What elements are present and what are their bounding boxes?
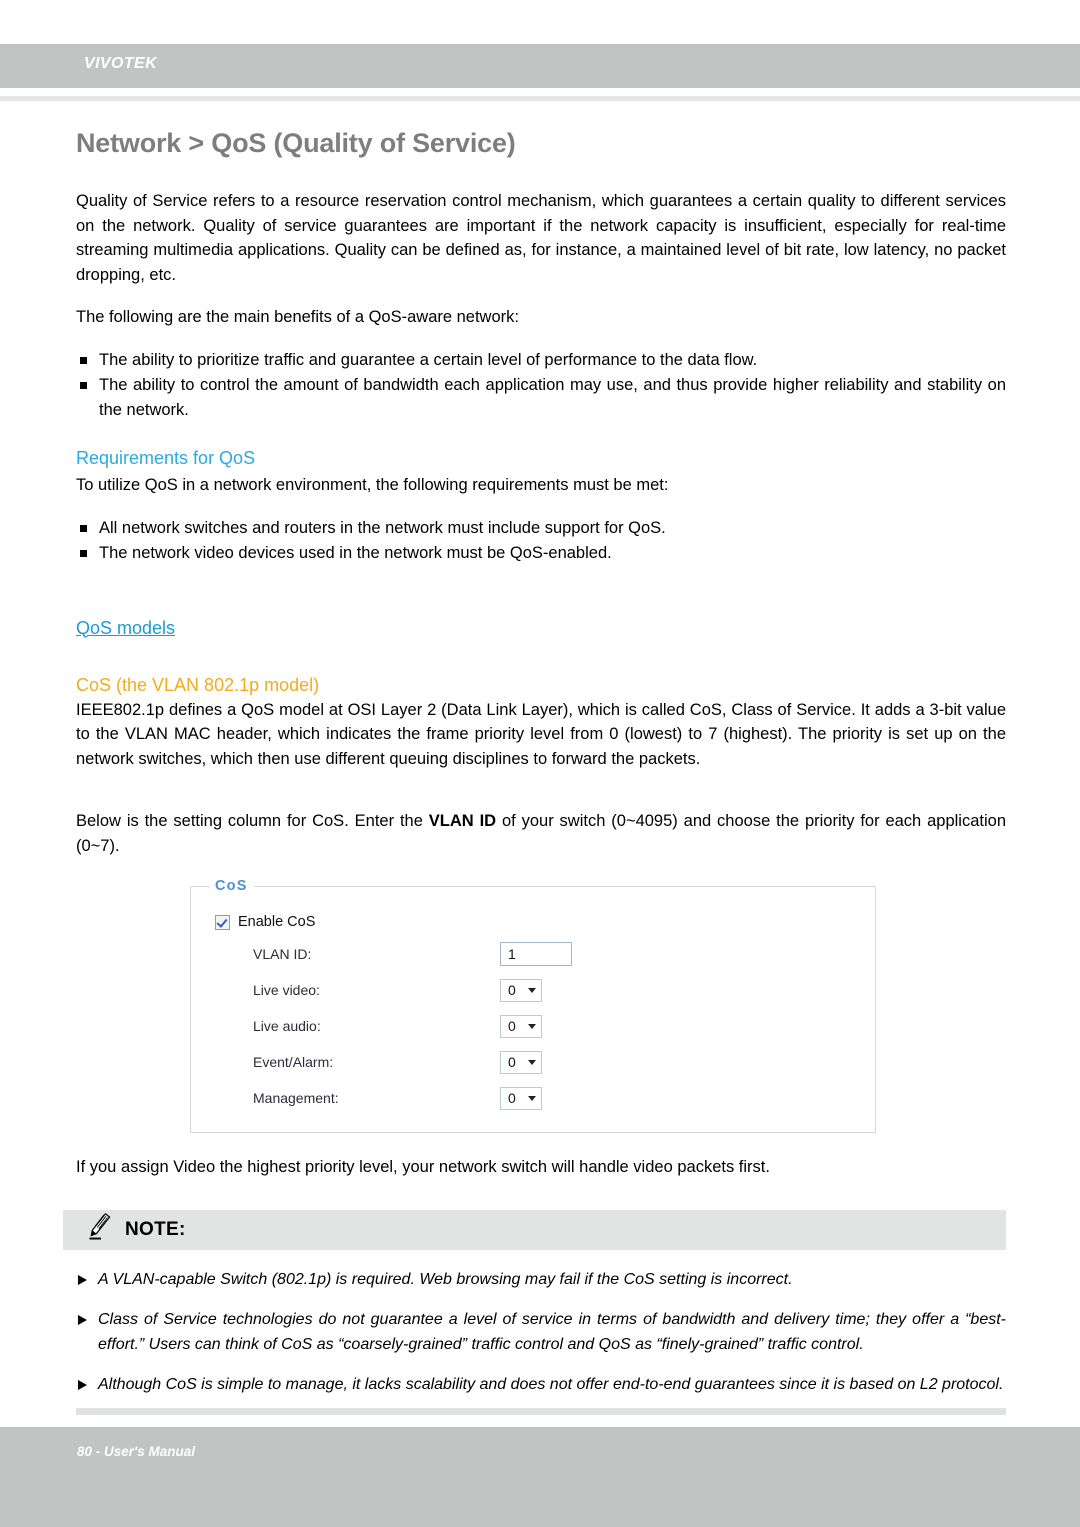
- live-audio-select[interactable]: 0: [500, 1014, 542, 1038]
- field-row-management: Management: 0: [253, 1080, 875, 1116]
- list-item: The ability to control the amount of ban…: [76, 373, 1006, 422]
- cos-panel-wrapper: CoS Enable CoS VLAN ID: 1 Live video: 0: [190, 878, 1006, 1133]
- management-value: 0: [508, 1090, 516, 1106]
- note-title: NOTE:: [125, 1218, 186, 1240]
- setting-column-paragraph: Below is the setting column for CoS. Ent…: [76, 809, 1006, 858]
- page-header-band: VIVOTEK: [0, 44, 1080, 88]
- chevron-down-icon: [528, 1095, 536, 1101]
- note-header-bar: NOTE:: [63, 1209, 1006, 1250]
- live-audio-label: Live audio:: [253, 1018, 321, 1034]
- header-divider: [0, 96, 1080, 101]
- event-alarm-value: 0: [508, 1054, 516, 1070]
- management-select[interactable]: 0: [500, 1086, 542, 1110]
- list-item: A VLAN-capable Switch (802.1p) is requir…: [76, 1268, 1006, 1293]
- live-video-value: 0: [508, 982, 516, 998]
- field-row-live-video: Live video: 0: [253, 972, 875, 1008]
- field-row-event-alarm: Event/Alarm: 0: [253, 1044, 875, 1080]
- enable-cos-checkbox[interactable]: [215, 914, 230, 930]
- document-content: Network > QoS (Quality of Service) Quali…: [63, 128, 1006, 1414]
- enable-cos-row[interactable]: Enable CoS: [215, 914, 875, 930]
- list-item: The network video devices used in the ne…: [76, 541, 1006, 566]
- management-label: Management:: [253, 1090, 339, 1106]
- section-heading-requirements: Requirements for QoS: [76, 448, 256, 468]
- page-footer-band: 80 - User's Manual: [0, 1427, 1080, 1527]
- benefits-list: The ability to prioritize traffic and gu…: [76, 348, 1006, 423]
- cos-paragraph: IEEE802.1p defines a QoS model at OSI La…: [76, 700, 1006, 768]
- cos-settings-panel: CoS Enable CoS VLAN ID: 1 Live video: 0: [190, 878, 876, 1133]
- event-alarm-select[interactable]: 0: [500, 1050, 542, 1074]
- vlan-id-emphasis: VLAN ID: [428, 812, 497, 830]
- brand-logo: VIVOTEK: [84, 55, 158, 72]
- benefits-lead: The following are the main benefits of a…: [76, 308, 519, 326]
- live-audio-value: 0: [508, 1018, 516, 1034]
- cos-field-rows: VLAN ID: 1 Live video: 0 Live audio: 0 E…: [191, 936, 875, 1116]
- vlan-id-input[interactable]: 1: [500, 942, 572, 966]
- event-alarm-label: Event/Alarm:: [253, 1054, 334, 1070]
- list-item: Class of Service technologies do not gua…: [76, 1308, 1006, 1357]
- after-panel-paragraph: If you assign Video the highest priority…: [76, 1158, 770, 1176]
- setting-text-part1: Below is the setting column for CoS. Ent…: [76, 812, 429, 830]
- pencil-icon: [87, 1212, 113, 1247]
- vlan-id-label: VLAN ID:: [253, 946, 312, 962]
- field-row-vlan-id: VLAN ID: 1: [253, 936, 875, 972]
- intro-paragraph: Quality of Service refers to a resource …: [76, 192, 1006, 284]
- footer-divider: [76, 1408, 1006, 1415]
- section-heading-cos-model: CoS (the VLAN 802.1p model): [76, 674, 320, 695]
- live-video-label: Live video:: [253, 982, 320, 998]
- requirements-list: All network switches and routers in the …: [76, 516, 1006, 566]
- chevron-down-icon: [528, 1059, 536, 1065]
- note-list: A VLAN-capable Switch (802.1p) is requir…: [76, 1268, 1006, 1398]
- list-item: Although CoS is simple to manage, it lac…: [76, 1373, 1006, 1398]
- chevron-down-icon: [528, 987, 536, 993]
- cos-panel-legend: CoS: [215, 878, 248, 894]
- field-row-live-audio: Live audio: 0: [253, 1008, 875, 1044]
- enable-cos-label: Enable CoS: [238, 914, 316, 930]
- live-video-select[interactable]: 0: [500, 978, 542, 1002]
- page-title: Network > QoS (Quality of Service): [76, 128, 516, 158]
- list-item: All network switches and routers in the …: [76, 516, 1006, 541]
- list-item: The ability to prioritize traffic and gu…: [76, 348, 1006, 373]
- section-heading-qos-models[interactable]: QoS models: [76, 618, 175, 639]
- footer-page-label: 80 - User's Manual: [77, 1444, 196, 1459]
- requirements-lead: To utilize QoS in a network environment,…: [76, 476, 669, 494]
- vlan-id-value: 1: [508, 946, 516, 962]
- chevron-down-icon: [528, 1023, 536, 1029]
